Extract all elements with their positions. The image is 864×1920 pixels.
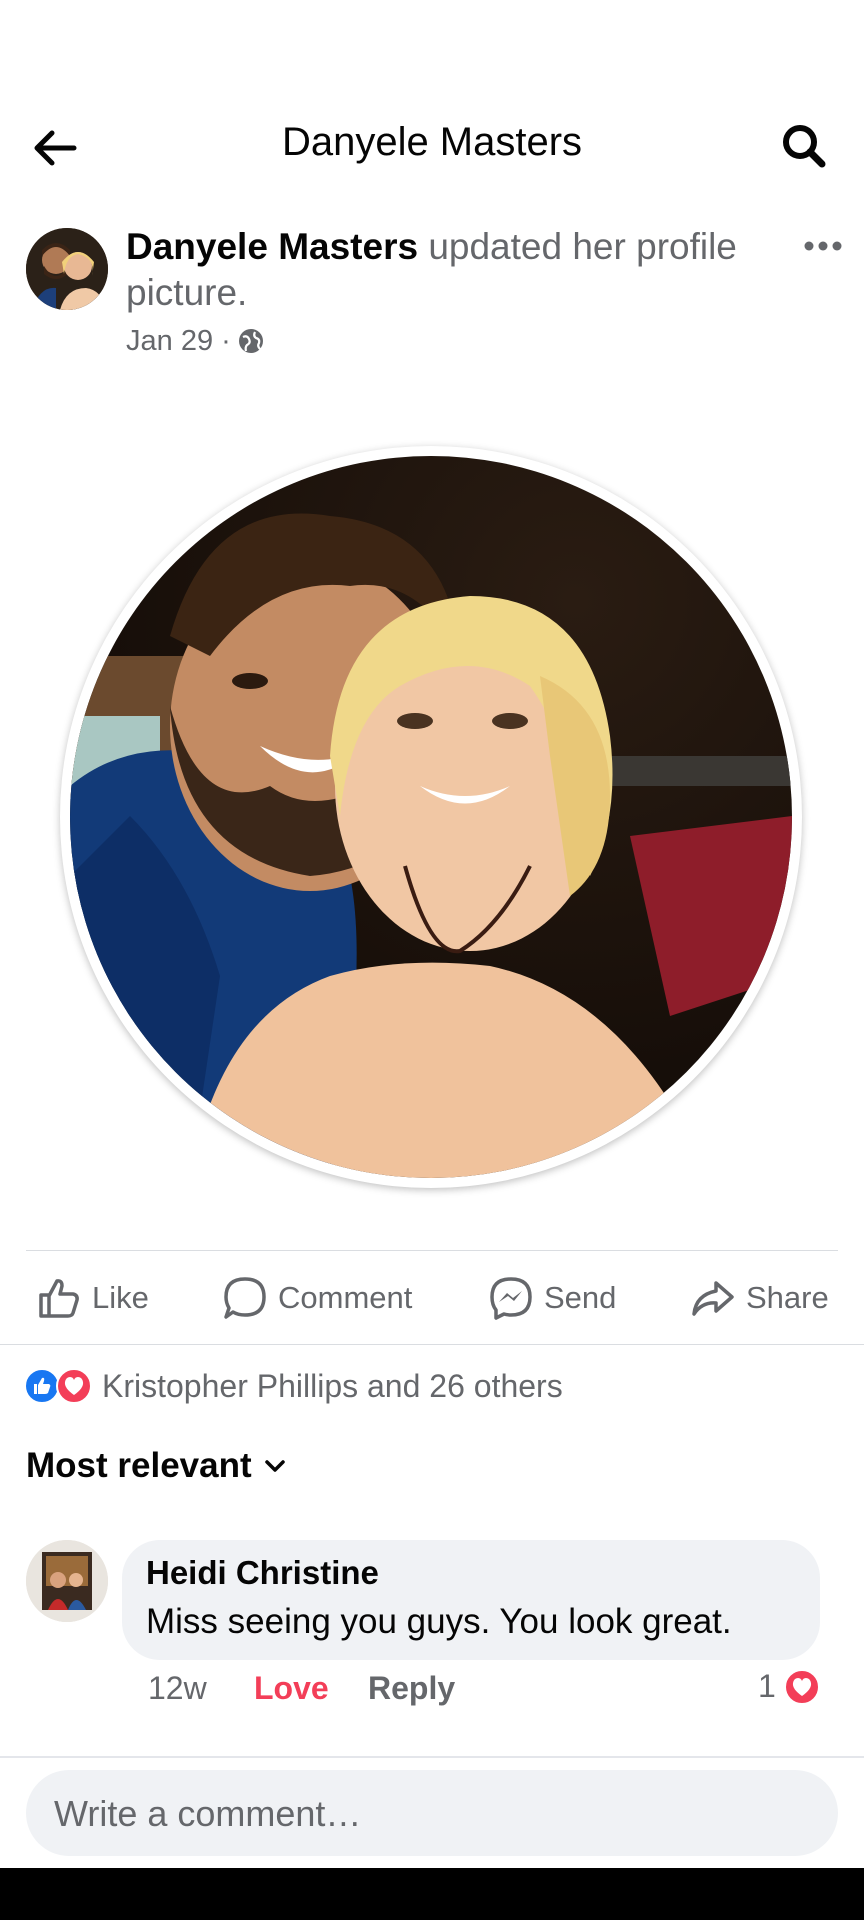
divider (0, 1756, 864, 1758)
like-reaction-icon (24, 1368, 60, 1404)
love-reaction-icon (783, 1668, 820, 1705)
more-options-button[interactable] (798, 222, 848, 262)
system-navigation-bar (0, 1868, 864, 1920)
like-label: Like (92, 1280, 149, 1315)
post-meta: Jan 29 · (126, 320, 265, 362)
top-bar: Danyele Masters (0, 88, 864, 192)
send-label: Send (544, 1280, 617, 1315)
page-title: Danyele Masters (281, 120, 583, 164)
comment-label: Comment (278, 1280, 413, 1315)
comment-text: Miss seeing you guys. You look great. (146, 1602, 732, 1641)
more-horizontal-icon (804, 241, 842, 251)
comment-bubble[interactable]: Heidi Christine Miss seeing you guys. Yo… (122, 1540, 820, 1660)
comment-sort-dropdown[interactable]: Most relevant (26, 1446, 290, 1486)
comment-reaction-count[interactable]: 1 (758, 1668, 820, 1705)
chevron-down-icon (264, 1460, 285, 1472)
post-headline: Danyele Masters updated her profile pict… (126, 224, 766, 316)
comment-reaction-count-value: 1 (758, 1668, 776, 1704)
author-name[interactable]: Danyele Masters (126, 226, 418, 267)
share-label: Share (746, 1280, 829, 1315)
share-arrow-icon (692, 1281, 734, 1316)
comment-reply-button[interactable]: Reply (368, 1670, 455, 1707)
love-reaction-icon (56, 1368, 92, 1404)
thumbs-up-icon (39, 1279, 79, 1318)
reactions-summary[interactable]: Kristopher Phillips and 26 others (24, 1366, 563, 1406)
comment-bubble-icon (224, 1277, 266, 1319)
comment-love-button[interactable]: Love (254, 1670, 329, 1707)
divider (0, 1344, 864, 1345)
profile-picture[interactable] (60, 446, 802, 1188)
comment-button[interactable]: Comment (222, 1270, 412, 1326)
comment-time: 12w (148, 1670, 207, 1706)
search-button[interactable] (774, 116, 834, 176)
globe-icon (238, 329, 263, 353)
search-icon (783, 125, 826, 168)
send-button[interactable]: Send (488, 1270, 616, 1326)
commenter-avatar[interactable] (26, 1540, 108, 1622)
comment-author[interactable]: Heidi Christine (146, 1554, 379, 1592)
share-button[interactable]: Share (690, 1270, 829, 1326)
like-button[interactable]: Like (36, 1270, 149, 1326)
divider (26, 1250, 838, 1251)
author-avatar[interactable] (26, 228, 108, 310)
sort-label: Most relevant (26, 1446, 252, 1485)
write-comment-input[interactable] (52, 1770, 816, 1858)
post-date[interactable]: Jan 29 · (126, 320, 231, 362)
reactions-text: Kristopher Phillips and 26 others (102, 1367, 563, 1404)
write-comment-box[interactable] (26, 1770, 838, 1858)
messenger-icon (490, 1277, 532, 1320)
